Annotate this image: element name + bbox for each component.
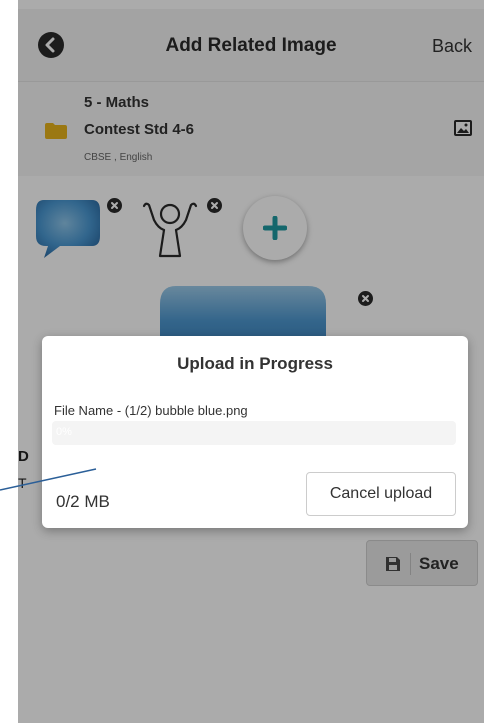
upload-size-label: 0/2 MB — [56, 492, 110, 511]
file-name-label: File Name - (1/2) bubble blue.png — [54, 403, 248, 418]
modal-title: Upload in Progress — [177, 354, 333, 373]
upload-progress-bar: 0% — [52, 421, 456, 445]
upload-progress-text: 0% — [56, 426, 72, 438]
app-frame: Add Related Image Back 5 - Maths Contest… — [18, 0, 484, 723]
cancel-upload-button[interactable]: Cancel upload — [306, 472, 456, 516]
upload-progress-modal: Upload in Progress File Name - (1/2) bub… — [42, 336, 468, 528]
